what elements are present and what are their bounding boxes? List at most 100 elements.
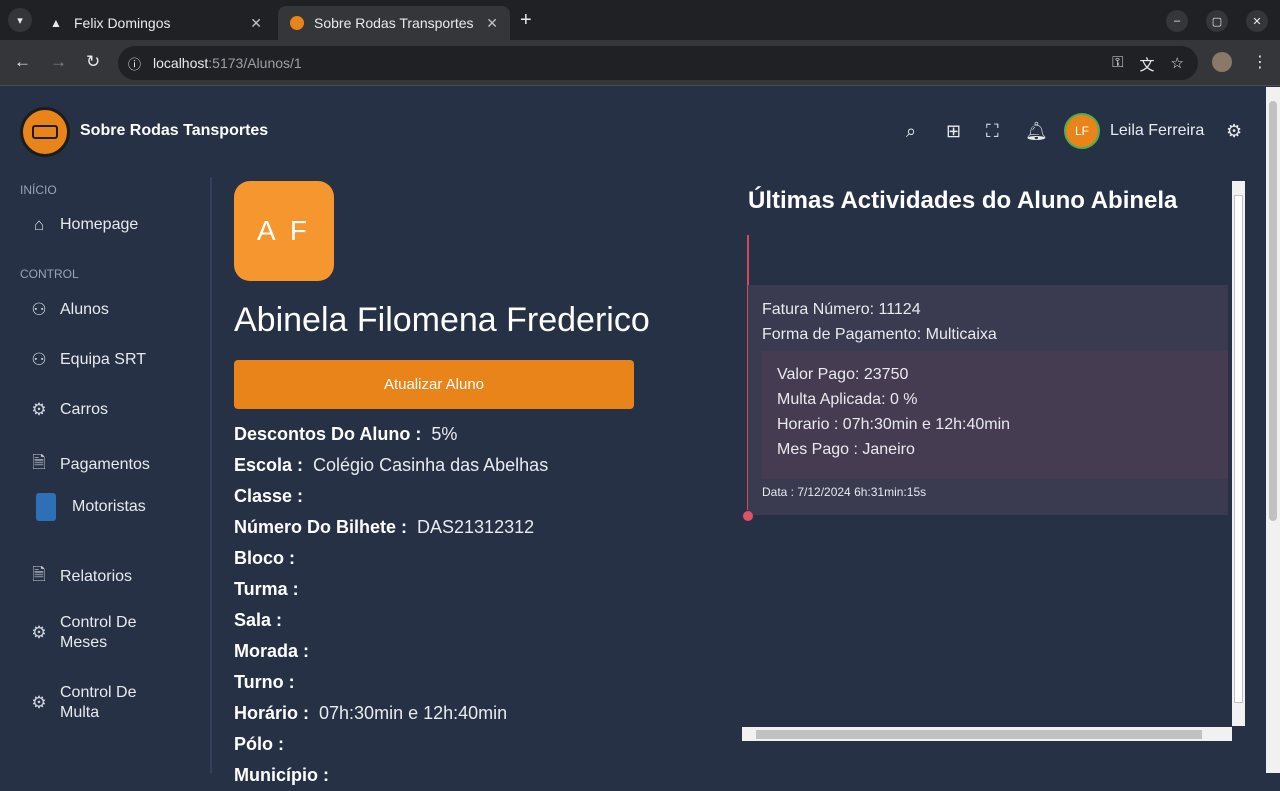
panel-vertical-scrollbar[interactable] — [1232, 181, 1245, 726]
page-scrollbar[interactable] — [1266, 87, 1280, 773]
timeline-dot — [743, 511, 753, 521]
sidebar-item-label: Pagamentos — [60, 455, 150, 473]
payment-method: Forma de Pagamento: Multicaixa — [762, 326, 997, 343]
sidebar-item-label: Alunos — [60, 301, 109, 318]
sidebar-item-control-de-multa[interactable]: ⚙ Control De Multa — [28, 683, 178, 723]
forward-icon[interactable]: → — [50, 52, 67, 72]
user-name[interactable]: Leila Ferreira — [1110, 122, 1204, 140]
maximize-button[interactable]: ▢ — [1206, 10, 1228, 32]
site-favicon — [290, 16, 304, 30]
activities-title: Últimas Actividades do Aluno Abinela — [748, 187, 1178, 214]
sidebar-item-alunos[interactable]: ⚇ Alunos — [28, 300, 109, 320]
sidebar-item-equipa-srt[interactable]: ⚇ Equipa SRT — [28, 350, 146, 370]
field-label: Bloco : — [234, 548, 295, 568]
field-label: Turno : — [234, 672, 295, 692]
browser-tab-bar: ▾ ▲ Felix Domingos ✕ Sobre Rodas Transpo… — [0, 0, 1280, 40]
document-icon: 🗎 — [32, 453, 46, 472]
field-row: Município : — [234, 760, 548, 791]
field-row: Turma : — [234, 574, 548, 605]
key-icon[interactable]: ⚿ — [1112, 54, 1123, 75]
update-student-button[interactable]: Atualizar Aluno — [234, 360, 634, 409]
field-label: Horário : — [234, 703, 310, 723]
field-label: Escola : — [234, 455, 304, 475]
brand-logo[interactable] — [20, 107, 70, 157]
url-path: :5173/Alunos/1 — [208, 55, 302, 71]
window-close-button[interactable]: ✕ — [1246, 10, 1268, 32]
sidebar-item-label: Homepage — [60, 216, 139, 233]
sidebar-item-label: Control De Multa — [60, 684, 137, 721]
profile-avatar[interactable] — [1212, 52, 1232, 72]
field-label: Morada : — [234, 641, 310, 661]
field-label: Sala : — [234, 610, 283, 630]
browser-tab-2[interactable]: Sobre Rodas Transportes ✕ — [278, 6, 510, 40]
field-row: Horário : 07h:30min e 12h:40min — [234, 698, 548, 729]
gear-icon: ⚙ — [31, 400, 47, 419]
reload-icon[interactable]: ↻ — [86, 52, 100, 72]
student-name: Abinela Filomena Frederico — [234, 301, 650, 339]
field-value: 5% — [431, 424, 458, 444]
panel-horizontal-scrollbar[interactable] — [742, 727, 1232, 741]
app-root: Sobre Rodas Tansportes ⌕ ⊞ ⛶ 🔔︎ LF Leila… — [0, 87, 1266, 785]
address-bar[interactable]: ⓘ localhost:5173/Alunos/1 ⚿ 文 ☆ — [118, 46, 1198, 80]
sidebar-item-label: Control De Meses — [60, 614, 137, 651]
browser-tab-1[interactable]: ▲ Felix Domingos ✕ — [36, 6, 274, 40]
sidebar-item-relatorios[interactable]: 🗎 Relatorios — [28, 562, 132, 591]
translate-icon[interactable]: 文 — [1140, 54, 1155, 75]
search-icon[interactable]: ⌕ — [906, 121, 916, 142]
back-icon[interactable]: ← — [14, 52, 31, 72]
close-icon[interactable]: ✕ — [250, 15, 262, 32]
sidebar: INÍCIO ⌂ Homepage CONTROL ⚇ Alunos ⚇ Equ… — [0, 177, 212, 773]
invoice-number: Fatura Número: 11124 — [762, 301, 921, 318]
star-icon[interactable]: ☆ — [1171, 54, 1184, 75]
field-row: Número Do Bilhete : DAS21312312 — [234, 512, 548, 543]
grid-icon[interactable]: ⊞ — [946, 121, 961, 142]
home-icon: ⌂ — [33, 215, 45, 234]
gear-icon: ⚙ — [31, 623, 47, 642]
tab-search-button[interactable]: ▾ — [8, 8, 32, 32]
phone-icon — [36, 493, 56, 521]
payment-details: Valor Pago: 23750 Multa Aplicada: 0 % Ho… — [762, 351, 1228, 479]
field-row: Classe : — [234, 481, 548, 512]
close-icon[interactable]: ✕ — [486, 15, 498, 32]
users-icon: ⚇ — [31, 350, 47, 369]
student-fields: Descontos Do Aluno : 5% Escola : Colégio C… — [234, 419, 548, 791]
field-label: Turma : — [234, 579, 299, 599]
sidebar-item-control-de-meses[interactable]: ⚙ Control De Meses — [28, 613, 178, 653]
field-row: Sala : — [234, 605, 548, 636]
sidebar-section-control: CONTROL — [20, 267, 79, 281]
sidebar-item-label: Equipa SRT — [60, 351, 146, 368]
sidebar-item-homepage[interactable]: ⌂ Homepage — [28, 215, 138, 235]
field-label: Classe : — [234, 486, 304, 506]
url-host: localhost — [153, 55, 209, 71]
sidebar-item-pagamentos[interactable]: 🗎 Pagamentos — [28, 450, 150, 479]
sidebar-item-motoristas[interactable]: Motoristas — [28, 493, 146, 521]
sidebar-item-label: Motoristas — [72, 498, 146, 515]
minimize-button[interactable]: – — [1166, 10, 1188, 32]
activities-panel[interactable]: Últimas Actividades do Aluno Abinela Fat… — [742, 181, 1245, 741]
field-value: Colégio Casinha das Abelhas — [313, 455, 549, 475]
brand-name: Sobre Rodas Tansportes — [80, 122, 269, 139]
gear-icon[interactable]: ⚙ — [1226, 121, 1242, 142]
activity-date: Data : 7/12/2024 6h:31min:15s — [762, 485, 927, 499]
browser-menu-icon[interactable]: ⋮ — [1252, 52, 1268, 72]
field-row: Bloco : — [234, 543, 548, 574]
field-value: DAS21312312 — [417, 517, 535, 537]
sidebar-item-carros[interactable]: ⚙ Carros — [28, 400, 108, 420]
avatar[interactable]: LF — [1064, 113, 1100, 149]
amount-paid: Valor Pago: 23750 — [777, 366, 909, 383]
tab-title: Sobre Rodas Transportes — [314, 15, 474, 31]
field-label: Descontos Do Aluno : — [234, 424, 422, 444]
field-row: Pólo : — [234, 729, 548, 760]
activity-card: Fatura Número: 11124 Forma de Pagamento:… — [748, 285, 1228, 515]
month-paid: Mes Pago : Janeiro — [777, 441, 915, 458]
vercel-triangle-icon: ▲ — [50, 16, 62, 30]
field-row: Morada : — [234, 636, 548, 667]
fullscreen-icon[interactable]: ⛶ — [986, 121, 999, 142]
tab-title: Felix Domingos — [74, 15, 171, 31]
site-info-icon[interactable]: ⓘ — [128, 54, 141, 73]
field-label: Número Do Bilhete : — [234, 517, 408, 537]
browser-toolbar: ← → ↻ ⓘ localhost:5173/Alunos/1 ⚿ 文 ☆ — [0, 40, 1280, 86]
bell-icon[interactable]: 🔔︎ — [1025, 121, 1048, 142]
new-tab-button[interactable]: + — [520, 9, 532, 32]
sidebar-section-inicio: INÍCIO — [20, 183, 57, 197]
